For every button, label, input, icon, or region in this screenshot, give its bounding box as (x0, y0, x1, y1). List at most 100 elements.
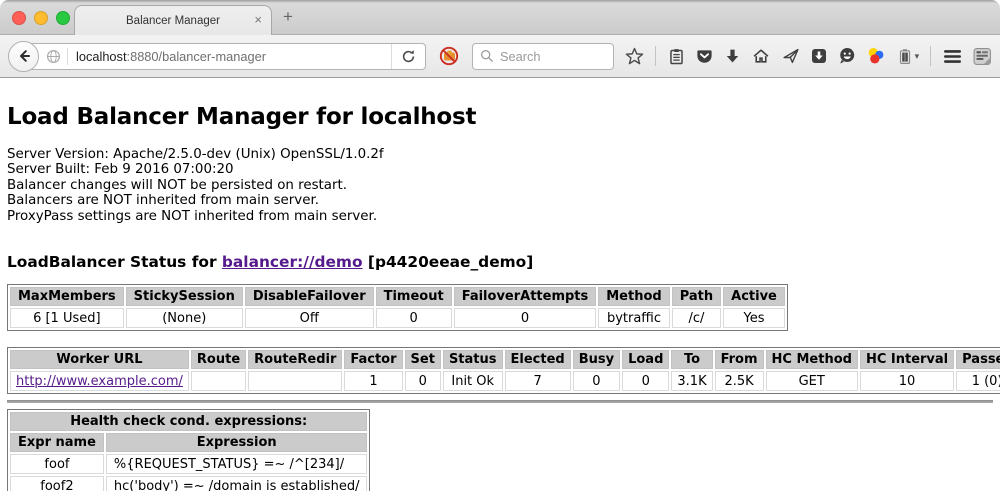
navigation-toolbar: localhost:8880/balancer-manager Search (0, 35, 1000, 78)
column-header: Expression (106, 433, 368, 452)
column-header: Route (191, 350, 246, 369)
page-title: Load Balancer Manager for localhost (7, 104, 993, 130)
url-path: :8880/balancer-manager (127, 49, 266, 64)
table-cell (191, 371, 246, 391)
reload-icon (401, 49, 416, 64)
table-cell: 10 (860, 371, 954, 391)
column-header: Worker URL (10, 350, 189, 369)
column-header: Set (405, 350, 441, 369)
bookmark-star-icon[interactable] (625, 47, 644, 66)
worker-url-link[interactable]: http://www.example.com/ (16, 374, 183, 389)
zoom-window-button[interactable] (56, 11, 70, 25)
table-cell: 0 (573, 371, 620, 391)
plugin-blocked-icon[interactable] (439, 46, 459, 66)
reading-list-icon[interactable] (668, 48, 685, 65)
table-cell: Yes (723, 308, 785, 328)
table-cell: 1 (344, 371, 402, 391)
column-header: HC Interval (860, 350, 954, 369)
back-arrow-icon (16, 48, 32, 64)
table-cell: 0 (622, 371, 669, 391)
home-icon[interactable] (752, 47, 770, 65)
back-button[interactable] (8, 41, 39, 72)
table-row: http://www.example.com/10Init Ok7003.1K2… (10, 371, 1000, 391)
pocket-icon[interactable] (696, 48, 713, 65)
color-dots-extension-icon[interactable] (867, 47, 885, 65)
tab-strip: Balancer Manager × + (0, 0, 1000, 35)
loadbalancer-status-heading: LoadBalancer Status for balancer://demo … (7, 253, 993, 271)
server-info: Server Version: Apache/2.5.0-dev (Unix) … (7, 147, 993, 224)
new-tab-button[interactable]: + (283, 8, 293, 25)
chevron-down-icon: ▾ (915, 51, 920, 62)
page-content: Load Balancer Manager for localhost Serv… (0, 104, 1000, 491)
column-header: To (671, 350, 712, 369)
table-cell: Off (245, 308, 374, 328)
server-version-line: Server Version: Apache/2.5.0-dev (Unix) … (7, 147, 993, 162)
column-header: DisableFailover (245, 287, 374, 306)
column-header: Elected (505, 350, 571, 369)
table-cell: 0 (405, 371, 441, 391)
column-header: MaxMembers (10, 287, 124, 306)
worker-status-table: Worker URLRouteRouteRedirFactorSetStatus… (7, 347, 1000, 394)
table-row: foof2hc('body') =~ /domain is establishe… (10, 476, 367, 491)
menu-hamburger-icon[interactable] (943, 49, 962, 64)
column-header: Timeout (376, 287, 452, 306)
notice-line: Balancers are NOT inherited from main se… (7, 193, 993, 208)
column-header: Busy (573, 350, 620, 369)
browser-window: Balancer Manager × + localhost:8880/bala… (0, 0, 1000, 491)
column-header: Active (723, 287, 785, 306)
tab-close-icon[interactable]: × (254, 13, 262, 27)
health-check-table: Health check cond. expressions: Expr name… (7, 409, 370, 491)
notice-line: Balancer changes will NOT be persisted o… (7, 178, 993, 193)
globe-icon (46, 49, 61, 64)
column-header: FailoverAttempts (454, 287, 597, 306)
table-row: foof%{REQUEST_STATUS} =~ /^[234]/ (10, 454, 367, 474)
search-input[interactable]: Search (472, 43, 614, 70)
tab-title: Balancer Manager (126, 15, 220, 27)
window-controls (12, 11, 70, 25)
table-cell: 3.1K (671, 371, 712, 391)
url-bar[interactable]: localhost:8880/balancer-manager (24, 43, 426, 70)
balancer-demo-link[interactable]: balancer://demo (222, 253, 363, 271)
column-header: Passes (956, 350, 1000, 369)
table-cell: 1 (0) (956, 371, 1000, 391)
chat-smiley-icon[interactable] (838, 47, 856, 65)
toolbar-separator (930, 46, 931, 66)
table-cell: GET (766, 371, 858, 391)
url-divider (67, 48, 68, 65)
battery-extension-icon[interactable]: ▾ (897, 48, 920, 65)
table-title: Health check cond. expressions: (10, 412, 367, 431)
notice-line: ProxyPass settings are NOT inherited fro… (7, 209, 993, 224)
minimize-window-button[interactable] (34, 11, 48, 25)
table-cell: foof2 (10, 476, 104, 491)
table-cell: (None) (126, 308, 243, 328)
table-cell: Init Ok (443, 371, 503, 391)
url-domain: localhost (76, 49, 127, 64)
send-tab-icon[interactable] (782, 47, 800, 65)
toolbar-separator (655, 46, 656, 66)
reload-button[interactable] (391, 44, 425, 69)
table-cell: 2.5K (715, 371, 764, 391)
status-heading-prefix: LoadBalancer Status for (7, 253, 222, 271)
column-header: RouteRedir (248, 350, 342, 369)
browser-tab[interactable]: Balancer Manager × (74, 5, 272, 35)
column-header: Method (598, 287, 669, 306)
column-header: Factor (344, 350, 402, 369)
screenshot-extension-icon[interactable] (973, 47, 992, 66)
column-header: StickySession (126, 287, 243, 306)
column-header: HC Method (766, 350, 858, 369)
table-cell: bytraffic (598, 308, 669, 328)
column-header: From (715, 350, 764, 369)
table-cell: 6 [1 Used] (10, 308, 124, 328)
table-cell: /c/ (672, 308, 721, 328)
column-header: Expr name (10, 433, 104, 452)
server-built-line: Server Built: Feb 9 2016 07:00:20 (7, 162, 993, 177)
search-icon (480, 49, 494, 63)
column-header: Status (443, 350, 503, 369)
table-cell: 7 (505, 371, 571, 391)
download-helper-icon[interactable] (811, 48, 827, 64)
table-cell: http://www.example.com/ (10, 371, 189, 391)
divider (7, 400, 993, 403)
downloads-icon[interactable] (724, 48, 741, 65)
search-placeholder: Search (500, 49, 541, 64)
close-window-button[interactable] (12, 11, 26, 25)
